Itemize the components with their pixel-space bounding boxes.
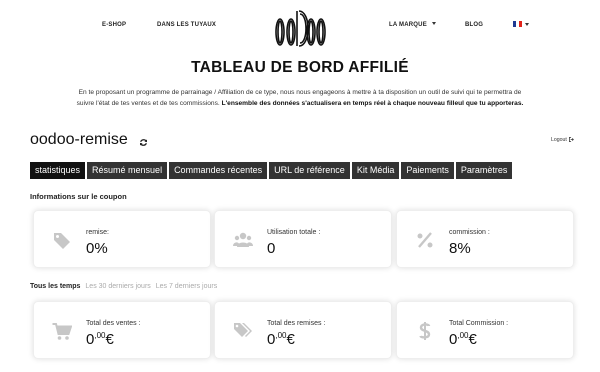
total-discounts-label: Total des remises : <box>267 320 326 327</box>
total-discounts-value: 0,00€ <box>267 331 295 348</box>
refresh-icon[interactable] <box>139 138 148 147</box>
total-card-remises: Total des remises : 0,00€ <box>214 301 392 359</box>
chevron-down-icon <box>431 22 436 25</box>
language-chevron-down-icon[interactable] <box>525 23 529 26</box>
coupon-card-remise: remise: 0% <box>33 210 211 268</box>
top-navigation: E-SHOP DANS LES TUYAUX LA MARQUE BLOG <box>0 0 600 54</box>
total-discounts-decimals: ,00 <box>275 331 287 340</box>
total-commission-decimals: ,00 <box>457 331 469 340</box>
total-commission-value: 0,00€ <box>449 331 477 348</box>
logout-label: Logout <box>551 137 567 143</box>
filter-7-days[interactable]: Les 7 derniers jours <box>156 283 217 290</box>
total-sales-decimals: ,00 <box>94 331 106 340</box>
dashboard-tabs: statistiques Résumé mensuel Commandes ré… <box>30 162 513 179</box>
intro-line-1: En te proposant un programme de parraina… <box>78 89 522 96</box>
total-commission-label: Total Commission : <box>449 320 509 327</box>
commission-label: commission : <box>449 229 490 236</box>
intro-text: En te proposant un programme de parraina… <box>40 88 560 109</box>
total-sales-value: 0,00€ <box>86 331 114 348</box>
tab-statistiques[interactable]: statistiques <box>30 162 86 179</box>
tab-parametres[interactable]: Paramètres <box>455 162 513 179</box>
cart-icon <box>52 323 72 340</box>
usage-label: Utilisation totale : <box>267 229 321 236</box>
dollar-icon <box>419 322 431 340</box>
tab-kit-media[interactable]: Kit Média <box>351 162 400 179</box>
total-commission-currency: € <box>468 331 477 348</box>
nav-la-marque-label: LA MARQUE <box>389 22 427 28</box>
page-title: TABLEAU DE BORD AFFILIÉ <box>191 59 409 76</box>
usage-value: 0 <box>267 240 276 257</box>
nav-blog[interactable]: BLOG <box>465 22 483 28</box>
oodoo-logo[interactable] <box>271 6 329 50</box>
coupon-card-utilisation: Utilisation totale : 0 <box>214 210 392 268</box>
tab-resume-mensuel[interactable]: Résumé mensuel <box>87 162 168 179</box>
french-flag-icon[interactable] <box>513 21 522 27</box>
coupon-section-title: Informations sur le coupon <box>30 192 127 201</box>
coupon-value: 0% <box>86 240 108 257</box>
filter-30-days[interactable]: Les 30 derniers jours <box>85 283 150 290</box>
tag-icon <box>54 233 70 249</box>
users-icon <box>233 232 253 247</box>
coupon-card-commission: commission : 8% <box>396 210 574 268</box>
tab-paiements[interactable]: Paiements <box>401 162 454 179</box>
intro-line-2: suivre l'état de tes ventes et de tes co… <box>76 99 220 107</box>
nav-dans-les-tuyaux[interactable]: DANS LES TUYAUX <box>157 22 216 28</box>
percent-icon <box>417 232 433 248</box>
total-card-commission: Total Commission : 0,00€ <box>396 301 574 359</box>
tab-url-de-reference[interactable]: URL de référence <box>269 162 350 179</box>
commission-value: 8% <box>449 240 471 257</box>
total-discounts-currency: € <box>286 331 295 348</box>
logout-link[interactable]: Logout <box>551 137 575 143</box>
flag-stripe-red <box>519 21 522 27</box>
intro-bold: L'ensemble des données s'actualisera en … <box>221 99 524 107</box>
filter-all-time[interactable]: Tous les temps <box>30 283 80 290</box>
nav-la-marque[interactable]: LA MARQUE <box>389 22 436 28</box>
affiliate-name: oodoo-remise <box>30 131 128 148</box>
total-sales-currency: € <box>105 331 114 348</box>
tags-icon <box>234 323 252 337</box>
sign-out-icon <box>569 137 575 142</box>
nav-eshop[interactable]: E-SHOP <box>102 22 126 28</box>
coupon-label: remise: <box>86 229 109 236</box>
period-filters: Tous les temps Les 30 derniers jours Les… <box>30 283 220 290</box>
total-sales-label: Total des ventes : <box>86 320 141 327</box>
total-card-ventes: Total des ventes : 0,00€ <box>33 301 211 359</box>
tab-commandes-recentes[interactable]: Commandes récentes <box>169 162 268 179</box>
